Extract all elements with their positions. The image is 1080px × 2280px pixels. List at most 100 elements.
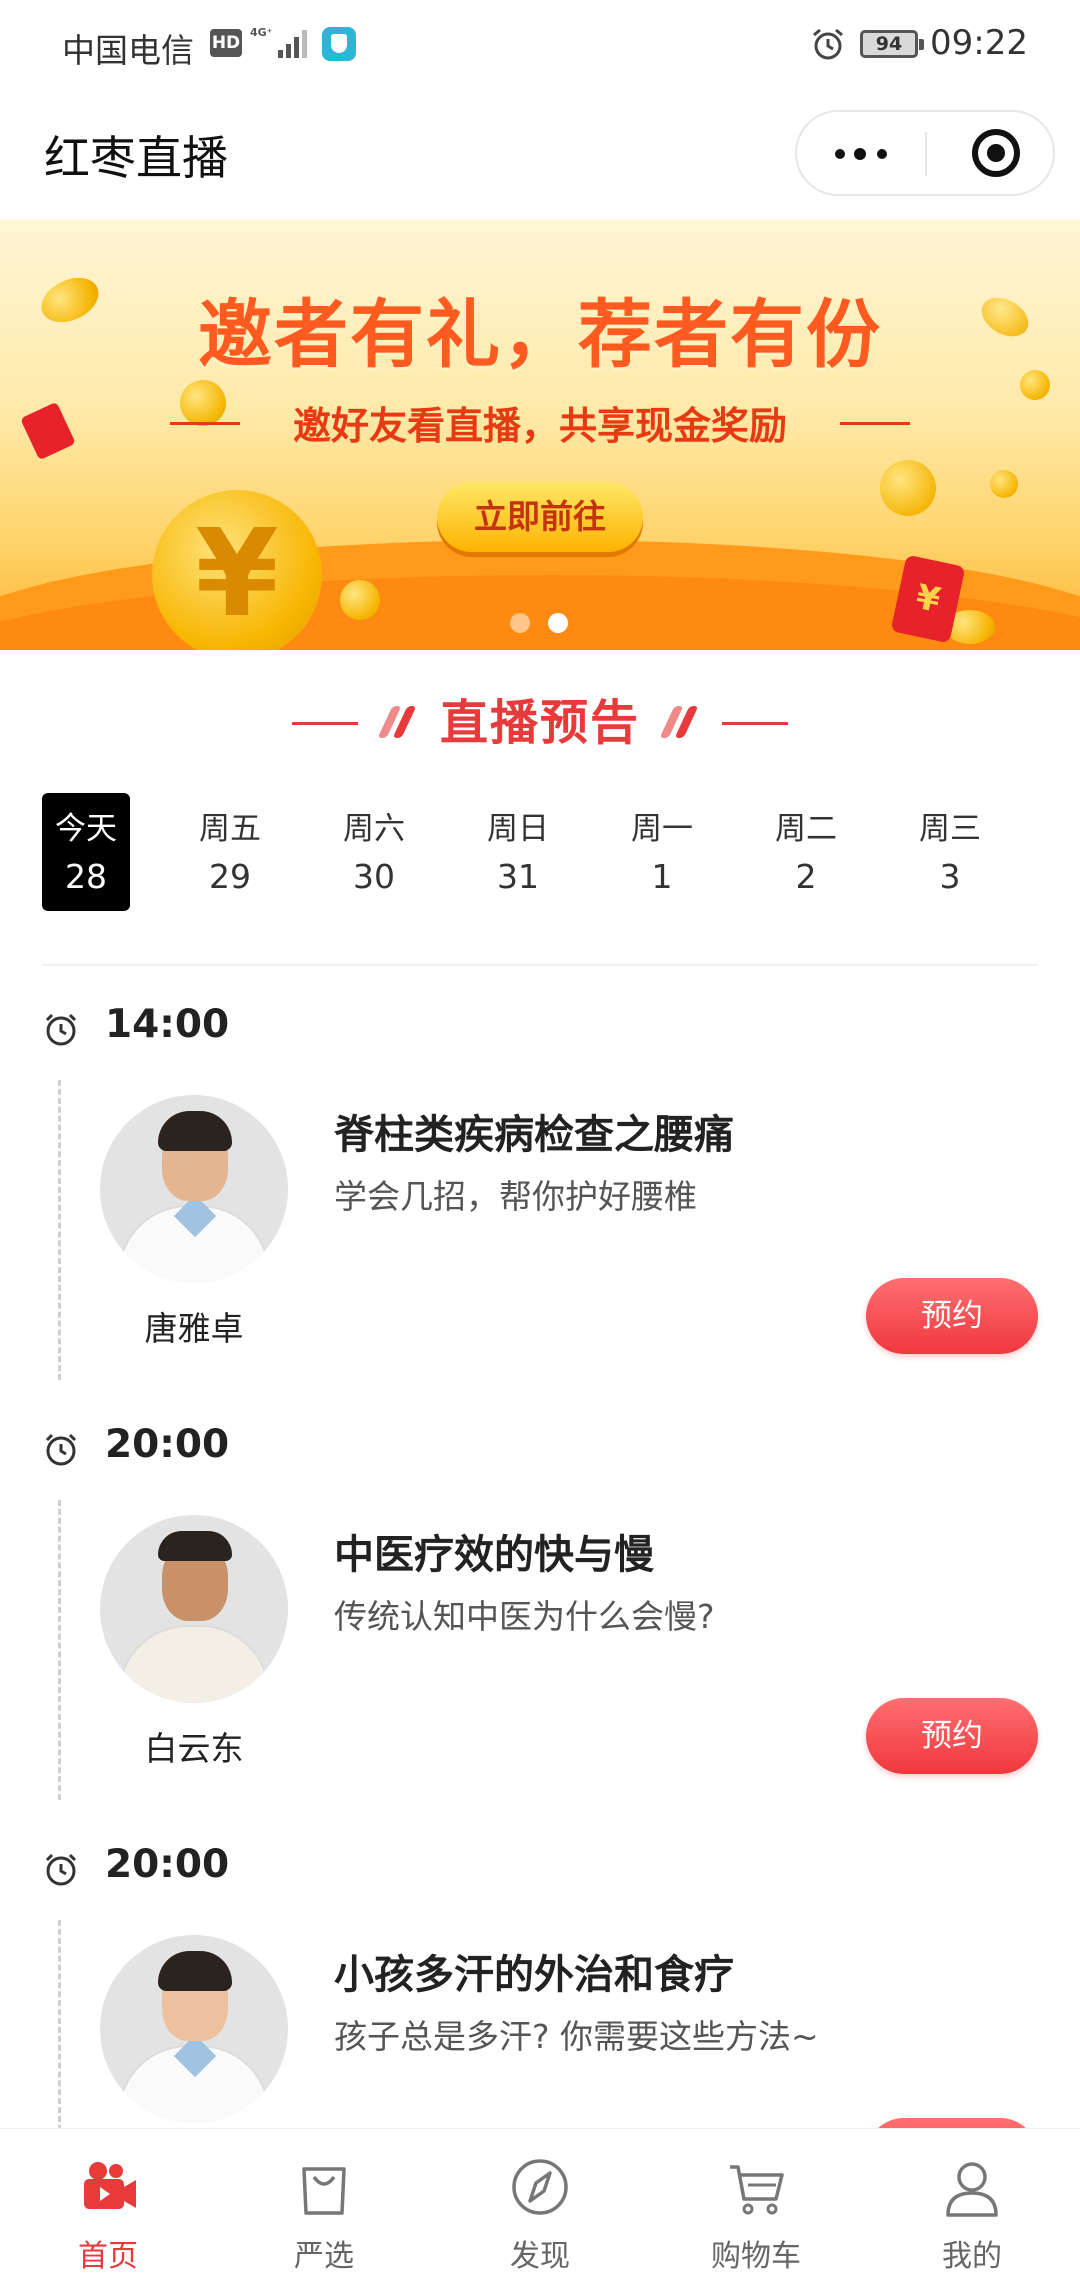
carrier-label: 中国电信 [62, 31, 194, 70]
tab-label: 发现 [510, 2239, 570, 2274]
live-title[interactable]: 脊柱类疾病检查之腰痛 [334, 1102, 734, 1160]
hd-badge: HD [210, 29, 242, 57]
alarm-icon [813, 28, 843, 60]
date-weekday: 周五 [199, 811, 261, 847]
schedule-item: 14:00 唐雅卓 脊柱类疾病检查之腰痛 学会几招，帮你护好腰椎 预约 [0, 990, 1080, 1410]
slot-time: 20:00 [105, 1842, 230, 1887]
banner-subtitle: 邀好友看直播，共享现金奖励 [292, 404, 787, 448]
bottom-tab-bar: 首页 严选 发现 购物车 我的 [0, 2128, 1080, 2280]
avatar-hair [158, 1111, 232, 1151]
date-tab[interactable]: 周一 1 [618, 793, 706, 911]
schedule-item: 20:00 小孩多汗的外治和食疗 孩子总是多汗? 你需要这些方法~ 预约 [0, 1830, 1080, 2130]
avatar-body [118, 1625, 270, 1703]
date-number: 29 [209, 857, 251, 896]
navigation-bar: 红枣直播 [0, 92, 1080, 220]
section-title: 直播预告 [439, 695, 640, 751]
heading-line [722, 722, 788, 725]
carousel-dot[interactable] [510, 613, 530, 633]
signal-icon: 4G⁺ [250, 26, 307, 58]
doctor-name: 唐雅卓 [144, 1309, 244, 1348]
divider [42, 964, 1038, 966]
book-button[interactable]: 预约 [866, 1278, 1038, 1354]
carousel-indicator [510, 613, 570, 633]
live-schedule-list: 14:00 唐雅卓 脊柱类疾病检查之腰痛 学会几招，帮你护好腰椎 预约 20:0… [0, 990, 1080, 2130]
promo-banner[interactable]: ¥ ¥ 邀者有礼，荐者有份 邀好友看直播，共享现金奖励 立即前往 [0, 220, 1080, 650]
slot-time: 20:00 [105, 1422, 230, 1467]
section-heading: 直播预告 [0, 688, 1080, 758]
schedule-item: 20:00 白云东 中医疗效的快与慢 传统认知中医为什么会慢? 预约 [0, 1410, 1080, 1830]
tab-discover[interactable]: 发现 [432, 2129, 648, 2280]
live-description: 孩子总是多汗? 你需要这些方法~ [334, 2017, 819, 2056]
avatar-hair [158, 1531, 232, 1561]
date-weekday: 周日 [487, 811, 549, 847]
avatar-hair [158, 1951, 232, 1991]
tab-home[interactable]: 首页 [0, 2129, 216, 2280]
go-now-button[interactable]: 立即前往 [437, 482, 643, 552]
capsule-divider [925, 132, 927, 176]
date-number: 2 [795, 857, 817, 896]
carousel-dot[interactable] [548, 613, 568, 633]
tab-selected[interactable]: 严选 [216, 2129, 432, 2280]
date-tab[interactable]: 周日 31 [474, 793, 562, 911]
coin-decoration [990, 470, 1018, 498]
date-weekday: 周一 [631, 811, 693, 847]
date-number: 3 [939, 857, 961, 896]
date-weekday: 周三 [919, 811, 981, 847]
subtitle-line [840, 422, 910, 425]
avatar[interactable] [100, 1515, 288, 1703]
video-camera-icon [84, 2162, 136, 2209]
live-description: 学会几招，帮你护好腰椎 [334, 1177, 697, 1216]
user-icon [946, 2162, 998, 2217]
miniprogram-capsule [795, 110, 1055, 196]
banner-title: 邀者有礼，荐者有份 [198, 292, 882, 378]
cart-icon [730, 2165, 784, 2215]
date-tab[interactable]: 今天 28 [42, 793, 130, 911]
coin-decoration [880, 460, 936, 516]
clock-icon [45, 1433, 77, 1466]
battery-indicator: 94 [860, 30, 924, 58]
timeline-line [58, 1080, 61, 1380]
tab-label: 我的 [942, 2239, 1002, 2274]
coin-decoration [340, 580, 380, 620]
clock-icon [45, 1853, 77, 1886]
date-weekday: 周六 [343, 811, 405, 847]
shopping-bag-icon [302, 2167, 346, 2215]
date-number: 28 [65, 857, 107, 896]
subtitle-line [170, 422, 240, 425]
live-description: 传统认知中医为什么会慢? [334, 1597, 715, 1636]
live-title[interactable]: 小孩多汗的外治和食疗 [334, 1942, 734, 2000]
more-options-button[interactable] [797, 112, 925, 194]
clock-time: 09:22 [930, 23, 1028, 63]
book-button[interactable]: 预约 [866, 1698, 1038, 1774]
date-tab[interactable]: 周二 2 [762, 793, 850, 911]
doctor-name: 白云东 [144, 1729, 244, 1768]
shield-icon [322, 27, 356, 61]
avatar[interactable] [100, 1095, 288, 1283]
svg-text:4G⁺: 4G⁺ [250, 26, 273, 39]
slot-time: 14:00 [105, 1002, 230, 1047]
tab-cart[interactable]: 购物车 [648, 2129, 864, 2280]
date-selector: 今天 28 周五 29 周六 30 周日 31 周一 1 周二 2 周三 3 [42, 793, 1042, 911]
date-number: 30 [353, 857, 395, 896]
heading-line [292, 722, 358, 725]
banner-subtitle-row: 邀好友看直播，共享现金奖励 [0, 395, 1080, 451]
timeline-line [58, 1920, 61, 2130]
live-title[interactable]: 中医疗效的快与慢 [334, 1522, 654, 1580]
status-bar: 中国电信 HD 4G⁺ 94 09:22 [0, 0, 1080, 92]
yuan-coin-icon: ¥ [152, 490, 322, 650]
page-title: 红枣直播 [44, 131, 228, 185]
date-tab[interactable]: 周五 29 [186, 793, 274, 911]
date-number: 1 [651, 857, 673, 896]
compass-icon [512, 2159, 568, 2215]
tab-label: 严选 [294, 2239, 354, 2274]
date-tab[interactable]: 周三 3 [906, 793, 994, 911]
date-weekday: 今天 [55, 811, 117, 847]
tab-profile[interactable]: 我的 [864, 2129, 1080, 2280]
clock-icon [45, 1013, 77, 1046]
date-weekday: 周二 [775, 811, 837, 847]
avatar[interactable] [100, 1935, 288, 2123]
date-tab[interactable]: 周六 30 [330, 793, 418, 911]
timeline-line [58, 1500, 61, 1800]
date-number: 31 [497, 857, 539, 896]
close-miniprogram-button[interactable] [972, 129, 1020, 177]
